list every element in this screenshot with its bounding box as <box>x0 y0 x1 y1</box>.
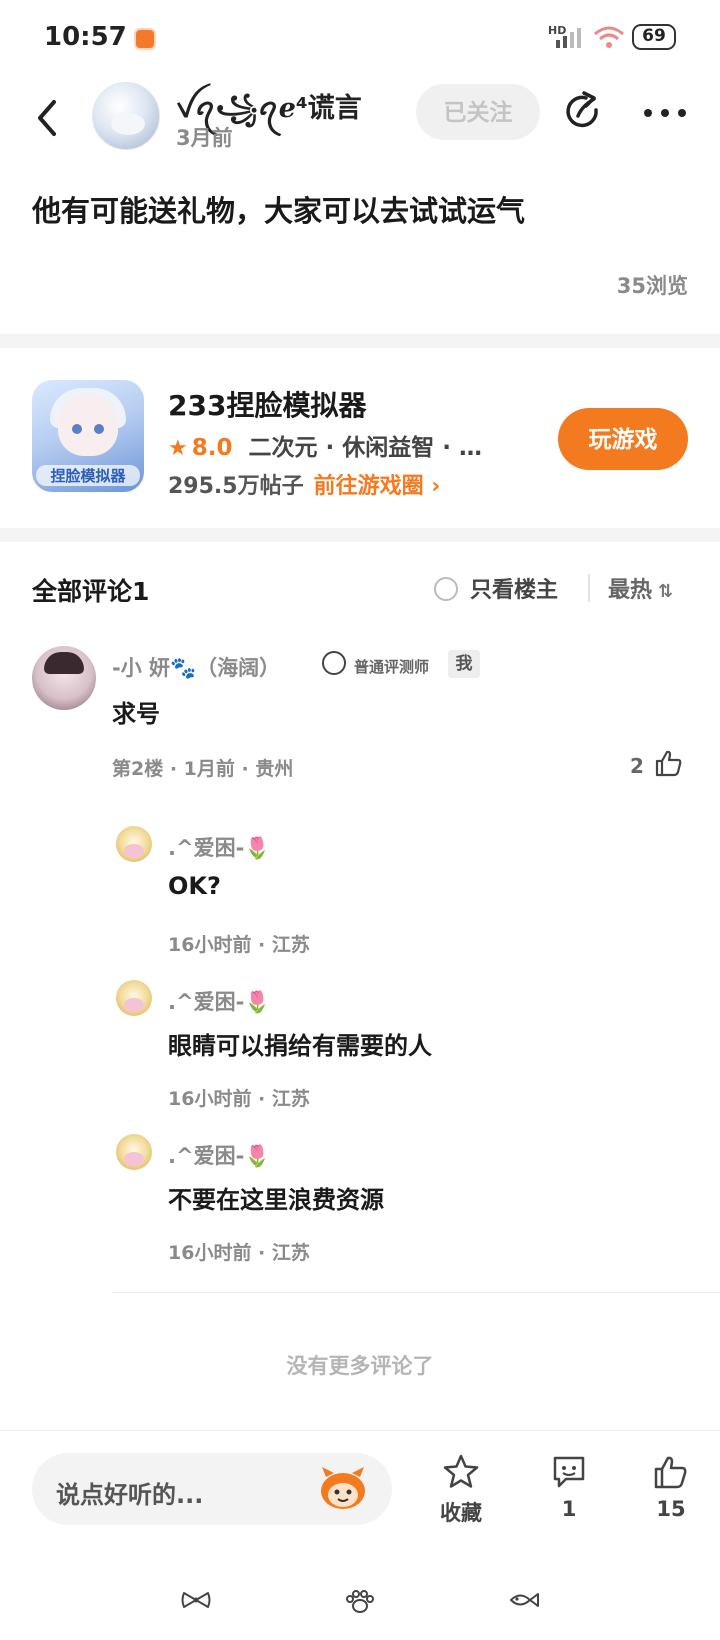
share-icon[interactable] <box>562 90 606 134</box>
game-rating: 8.0 <box>191 435 233 461</box>
comment-action[interactable]: 1 <box>534 1453 604 1533</box>
bow-icon[interactable] <box>180 1590 212 1610</box>
game-post-count: 295.5万帖子 <box>168 474 304 499</box>
game-post-info: 295.5万帖子 前往游戏圈 › <box>168 468 440 500</box>
comment-input[interactable]: 说点好听的... <box>32 1453 392 1525</box>
comments-title: 全部评论1 <box>32 577 150 606</box>
reply-item[interactable]: .^爱困-🌷 眼睛可以捐给有需要的人 16小时前 · 江苏 <box>0 980 720 1130</box>
play-game-button[interactable]: 玩游戏 <box>558 408 688 470</box>
reply-author[interactable]: .^爱困-🌷 <box>168 1140 270 1170</box>
reviewer-badge-icon <box>322 651 346 675</box>
game-card[interactable]: 捏脸模拟器 233捏脸模拟器 ★ 8.0 二次元 · 休闲益智 · … 295.5万… <box>0 350 720 528</box>
reply-text: 眼睛可以捐给有需要的人 <box>168 1032 432 1060</box>
sort-icon: ⇅ <box>658 581 674 602</box>
reply-text: 不要在这里浪费资源 <box>168 1186 384 1214</box>
game-icon-logo-text: 捏脸模拟器 <box>36 465 140 486</box>
section-divider <box>0 528 720 542</box>
commenter-name[interactable]: -小 妍🐾（海阔） <box>112 652 280 682</box>
game-tags: 二次元 · 休闲益智 · … <box>248 435 482 461</box>
vertical-divider <box>588 574 590 602</box>
comment-meta: 第2楼 · 1月前 · 贵州 <box>112 758 294 780</box>
signal-icon <box>556 28 581 48</box>
favorite-label: 收藏 <box>440 1501 482 1525</box>
reply-avatar[interactable] <box>116 1134 152 1170</box>
reply-author[interactable]: .^爱困-🌷 <box>168 832 270 862</box>
me-tag: 我 <box>448 650 480 678</box>
tulip-icon: 🌷 <box>244 990 271 1014</box>
comment-text: 求号 <box>112 700 160 728</box>
reply-item[interactable]: .^爱困-🌷 不要在这里浪费资源 16小时前 · 江苏 <box>0 1134 720 1284</box>
mascot-icon[interactable] <box>316 1465 370 1513</box>
reply-avatar[interactable] <box>116 826 152 862</box>
status-bar: 10:57 HD 69 <box>0 0 720 72</box>
comment-divider <box>112 1292 720 1293</box>
comment-bubble-icon[interactable] <box>550 1453 588 1491</box>
game-icon[interactable]: 捏脸模拟器 <box>32 380 144 492</box>
view-count: 35浏览 <box>616 274 688 298</box>
star-icon: ★ <box>168 436 188 461</box>
reply-meta: 16小时前 · 江苏 <box>168 1242 310 1264</box>
fish-icon[interactable] <box>508 1590 540 1610</box>
wifi-icon <box>594 26 624 48</box>
comment-like-count: 2 <box>630 754 644 778</box>
thumbs-up-icon[interactable] <box>652 1453 690 1491</box>
post-title: 他有可能送礼物，大家可以去试试运气 <box>32 194 526 228</box>
back-arrow-icon[interactable] <box>28 96 68 140</box>
reply-text: OK? <box>168 872 221 900</box>
radio-icon[interactable] <box>434 577 458 601</box>
follow-button[interactable]: 已关注 <box>416 84 540 140</box>
comment-input-placeholder: 说点好听的... <box>56 1481 204 1509</box>
tulip-icon: 🌷 <box>244 1144 271 1168</box>
reply-avatar[interactable] <box>116 980 152 1016</box>
comments-header: 全部评论1 只看楼主 最热 ⇅ <box>0 542 720 638</box>
tulip-icon: 🌷 <box>244 836 271 860</box>
thumbs-up-icon[interactable] <box>654 748 684 778</box>
section-divider <box>0 334 720 348</box>
app-notification-icon <box>134 28 156 50</box>
reply-meta: 16小时前 · 江苏 <box>168 1088 310 1110</box>
system-nav-bar <box>0 1560 720 1640</box>
favorite-action[interactable]: 收藏 <box>426 1453 496 1533</box>
paw-icon[interactable] <box>344 1590 376 1614</box>
commenter-avatar[interactable] <box>32 646 96 710</box>
like-count: 15 <box>656 1497 686 1521</box>
reply-author[interactable]: .^爱困-🌷 <box>168 986 270 1016</box>
reply-item[interactable]: .^爱困-🌷 OK? 16小时前 · 江苏 <box>0 826 720 976</box>
battery-indicator: 69 <box>632 24 676 50</box>
reviewer-badge: 普通评测师 <box>354 658 430 676</box>
game-circle-link[interactable]: 前往游戏圈 › <box>314 474 441 499</box>
reply-meta: 16小时前 · 江苏 <box>168 934 310 956</box>
only-op-label: 只看楼主 <box>470 578 559 603</box>
only-op-toggle[interactable]: 只看楼主 <box>434 572 558 604</box>
no-more-comments: 没有更多评论了 <box>286 1354 434 1378</box>
bottom-action-bar: 说点好听的... 收藏 1 15 <box>0 1430 720 1550</box>
like-action[interactable]: 15 <box>636 1453 706 1533</box>
sort-label: 最热 <box>608 578 653 603</box>
more-options-icon[interactable] <box>640 98 690 128</box>
post-time: 3月前 <box>176 126 233 150</box>
game-meta: ★ 8.0 二次元 · 休闲益智 · … <box>168 428 482 462</box>
game-name[interactable]: 233捏脸模拟器 <box>168 384 366 424</box>
status-time: 10:57 <box>44 22 127 52</box>
post-header: ꪜꪖ꧁ꪖℯ⁴谎言 3月前 已关注 <box>0 72 720 172</box>
author-avatar[interactable] <box>92 82 160 150</box>
star-outline-icon[interactable] <box>442 1453 480 1491</box>
comment-count: 1 <box>561 1497 577 1521</box>
sort-selector[interactable]: 最热 ⇅ <box>608 572 673 604</box>
